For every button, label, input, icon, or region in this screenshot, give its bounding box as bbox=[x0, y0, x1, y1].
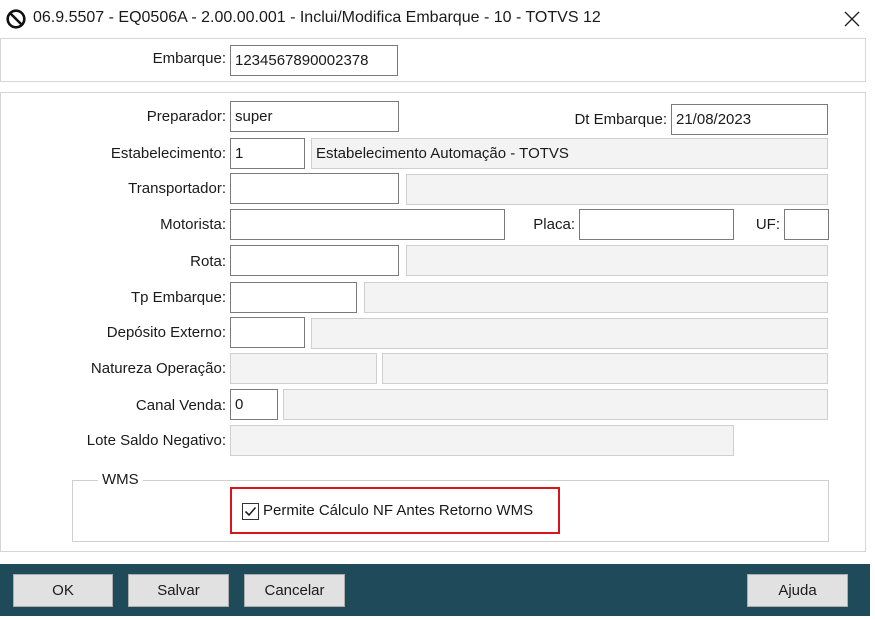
close-icon bbox=[844, 11, 860, 27]
tp-embarque-label: Tp Embarque: bbox=[130, 289, 226, 306]
totvs-logo-icon bbox=[6, 9, 26, 29]
embarque-label: Embarque: bbox=[152, 50, 226, 67]
dt-embarque-label: Dt Embarque: bbox=[574, 111, 667, 128]
estabelecimento-label: Estabelecimento: bbox=[110, 145, 226, 162]
rota-description bbox=[406, 245, 828, 276]
preparador-label: Preparador: bbox=[146, 108, 226, 125]
canal-venda-description bbox=[283, 389, 828, 420]
close-button[interactable] bbox=[829, 0, 875, 38]
window-title: 06.9.5507 - EQ0506A - 2.00.00.001 - Incl… bbox=[33, 9, 601, 26]
uf-label: UF: bbox=[755, 216, 780, 233]
permite-calculo-label[interactable]: Permite Cálculo NF Antes Retorno WMS bbox=[263, 502, 533, 519]
transportador-field[interactable] bbox=[230, 173, 399, 204]
rota-field[interactable] bbox=[230, 245, 399, 276]
motorista-field[interactable] bbox=[230, 209, 505, 240]
rota-label: Rota: bbox=[190, 253, 226, 270]
transportador-description bbox=[406, 174, 828, 205]
estabelecimento-description: Estabelecimento Automação - TOTVS bbox=[311, 138, 828, 169]
salvar-button[interactable]: Salvar bbox=[128, 574, 229, 607]
deposito-externo-field[interactable] bbox=[230, 317, 305, 348]
transportador-label: Transportador: bbox=[128, 180, 226, 197]
wms-group-title: WMS bbox=[98, 471, 143, 488]
title-bar: 06.9.5507 - EQ0506A - 2.00.00.001 - Incl… bbox=[0, 0, 875, 38]
tp-embarque-description bbox=[364, 282, 828, 313]
canal-venda-field[interactable]: 0 bbox=[230, 389, 278, 420]
deposito-externo-label: Depósito Externo: bbox=[106, 324, 226, 341]
preparador-field[interactable]: super bbox=[230, 101, 399, 132]
cancelar-button[interactable]: Cancelar bbox=[244, 574, 345, 607]
dt-embarque-field[interactable]: 21/08/2023 bbox=[671, 104, 828, 135]
tp-embarque-field[interactable] bbox=[230, 282, 357, 313]
natureza-operacao-label: Natureza Operação: bbox=[90, 360, 226, 377]
natureza-operacao-description bbox=[382, 353, 828, 384]
estabelecimento-field[interactable]: 1 bbox=[230, 138, 305, 169]
uf-field[interactable] bbox=[784, 209, 829, 240]
motorista-label: Motorista: bbox=[160, 216, 226, 233]
canal-venda-label: Canal Venda: bbox=[135, 397, 226, 414]
lote-saldo-negativo-label: Lote Saldo Negativo: bbox=[86, 432, 226, 449]
deposito-externo-description bbox=[311, 318, 828, 349]
ok-button[interactable]: OK bbox=[13, 574, 113, 607]
embarque-panel bbox=[0, 38, 866, 82]
natureza-operacao-field[interactable] bbox=[230, 353, 377, 384]
lote-saldo-negativo-field[interactable] bbox=[230, 425, 734, 456]
checkmark-icon bbox=[244, 506, 257, 517]
placa-label: Placa: bbox=[533, 216, 575, 233]
permite-calculo-checkbox[interactable] bbox=[242, 503, 259, 520]
embarque-field[interactable]: 1234567890002378 bbox=[230, 45, 398, 76]
ajuda-button[interactable]: Ajuda bbox=[747, 574, 848, 607]
placa-field[interactable] bbox=[579, 209, 734, 240]
